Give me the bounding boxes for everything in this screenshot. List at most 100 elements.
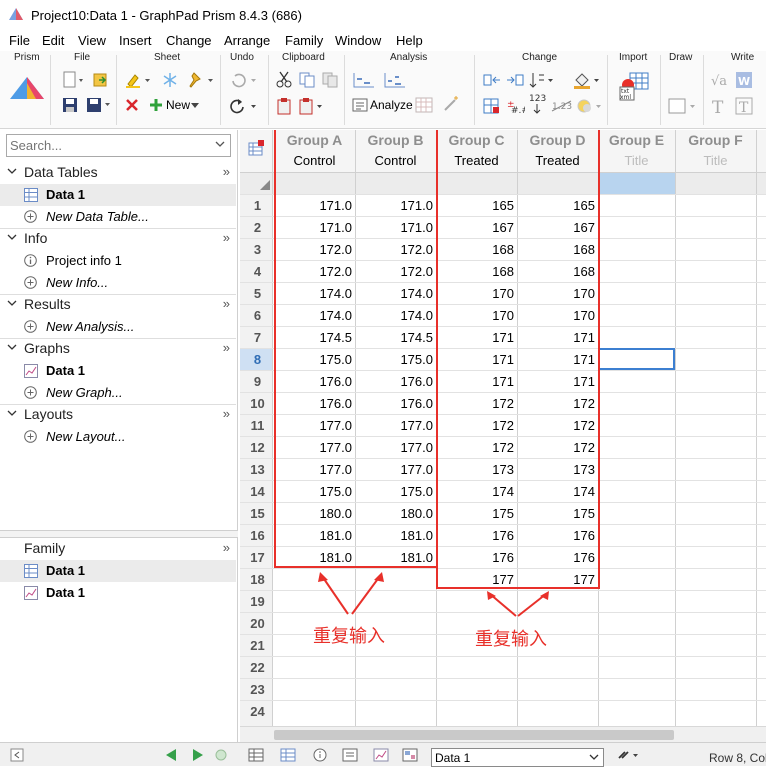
prism-logo-icon[interactable] <box>10 77 44 99</box>
sheet-list-icon[interactable] <box>248 748 264 762</box>
row-number[interactable]: 2 <box>243 220 272 235</box>
next-sheet-icon[interactable] <box>191 748 205 762</box>
horizontal-scrollbar[interactable] <box>240 726 766 742</box>
nav-item-new-graph[interactable]: New Graph... <box>0 382 236 404</box>
decimal-down-icon[interactable]: 1.23 <box>551 97 573 115</box>
results-tab-icon[interactable] <box>342 748 358 762</box>
pin-icon[interactable] <box>186 71 216 89</box>
layout-tab-icon[interactable] <box>402 748 418 762</box>
scrollbar-thumb[interactable] <box>274 730 674 740</box>
nav-section-data-tables[interactable]: Data Tables » <box>0 162 238 184</box>
save-as-icon[interactable] <box>86 97 112 113</box>
decimal-up-icon[interactable]: 123 <box>528 93 548 115</box>
row-number[interactable]: 15 <box>243 506 272 521</box>
search-box[interactable] <box>6 134 231 157</box>
color-scheme-icon[interactable] <box>576 97 604 115</box>
collapse-chevron-icon[interactable] <box>7 344 17 352</box>
nav-section-layouts[interactable]: Layouts » <box>0 404 238 426</box>
nav-item-graph-data-1[interactable]: Data 1 <box>0 360 236 382</box>
column-group-header[interactable]: Group E <box>598 132 675 148</box>
row-number[interactable]: 7 <box>243 330 272 345</box>
word-object-icon[interactable]: W <box>735 71 753 89</box>
nav-section-results[interactable]: Results » <box>0 294 238 316</box>
column-title[interactable]: Title <box>675 153 756 168</box>
graph-tab-icon[interactable] <box>373 748 389 762</box>
new-button[interactable]: New <box>166 98 190 112</box>
table-grid-icon[interactable] <box>415 97 433 113</box>
new-file-icon[interactable] <box>62 71 84 89</box>
text-tool-icon[interactable]: T <box>710 97 728 115</box>
chevron-down-icon[interactable] <box>589 754 599 762</box>
import-file-icon[interactable]: txtxml <box>618 71 652 103</box>
menu-edit[interactable]: Edit <box>42 33 64 48</box>
paste-special-icon[interactable] <box>298 97 326 115</box>
selected-cell[interactable] <box>598 348 675 370</box>
analyze-button[interactable]: Analyze <box>370 98 413 112</box>
nav-item-new-info[interactable]: New Info... <box>0 272 236 294</box>
row-number[interactable]: 16 <box>243 528 272 543</box>
link-icon[interactable] <box>616 748 642 762</box>
row-number[interactable]: 23 <box>243 682 272 697</box>
nav-section-graphs[interactable]: Graphs » <box>0 338 238 360</box>
row-number[interactable]: 8 <box>243 352 272 367</box>
expand-more-icon[interactable]: » <box>223 340 230 355</box>
sheet-select[interactable]: Data 1 <box>431 748 604 767</box>
number-format-icon[interactable]: ±#.# <box>505 97 525 115</box>
row-number[interactable]: 20 <box>243 616 272 631</box>
magnifier-icon[interactable] <box>214 748 230 764</box>
text-box-icon[interactable]: T <box>735 97 753 115</box>
collapse-panel-icon[interactable] <box>10 748 24 762</box>
menu-view[interactable]: View <box>78 33 106 48</box>
open-file-icon[interactable] <box>92 71 110 89</box>
table-format-icon[interactable] <box>248 140 264 156</box>
previous-sheet-icon[interactable] <box>164 748 178 762</box>
menu-change[interactable]: Change <box>166 33 212 48</box>
panel-splitter[interactable] <box>0 530 238 538</box>
nav-item-new-analysis[interactable]: New Analysis... <box>0 316 236 338</box>
collapse-chevron-icon[interactable] <box>7 168 17 176</box>
info-tab-icon[interactable] <box>312 748 328 762</box>
nav-item-data-1[interactable]: Data 1 <box>0 184 236 206</box>
expand-more-icon[interactable]: » <box>223 164 230 179</box>
menu-family[interactable]: Family <box>285 33 323 48</box>
row-number[interactable]: 21 <box>243 638 272 653</box>
copy-icon[interactable] <box>298 71 316 89</box>
new-plus-icon[interactable] <box>148 97 164 113</box>
delete-icon[interactable] <box>124 97 140 113</box>
menu-insert[interactable]: Insert <box>119 33 152 48</box>
row-number[interactable]: 13 <box>243 462 272 477</box>
collapse-chevron-icon[interactable] <box>7 234 17 242</box>
sort-icon[interactable] <box>528 71 556 89</box>
row-number[interactable]: 18 <box>243 572 272 587</box>
nav-item-project-info-1[interactable]: Project info 1 <box>0 250 236 272</box>
expand-more-icon[interactable]: » <box>223 540 230 555</box>
collapse-chevron-icon[interactable] <box>7 410 17 418</box>
copy-format-icon[interactable] <box>321 71 339 89</box>
nav-item-new-layout[interactable]: New Layout... <box>0 426 236 448</box>
cut-icon[interactable] <box>276 71 292 89</box>
column-analysis-icon[interactable] <box>383 71 407 89</box>
expand-more-icon[interactable]: » <box>223 406 230 421</box>
row-number[interactable]: 22 <box>243 660 272 675</box>
menu-help[interactable]: Help <box>396 33 423 48</box>
nav-section-family[interactable]: Family » <box>0 538 238 560</box>
row-number[interactable]: 10 <box>243 396 272 411</box>
menu-arrange[interactable]: Arrange <box>224 33 270 48</box>
chevron-down-icon[interactable] <box>215 139 225 151</box>
draw-shape-icon[interactable] <box>667 97 699 115</box>
row-number[interactable]: 14 <box>243 484 272 499</box>
xy-analysis-icon[interactable] <box>352 71 376 89</box>
row-number[interactable]: 9 <box>243 374 272 389</box>
family-item-graph[interactable]: Data 1 <box>0 582 236 604</box>
row-number[interactable]: 24 <box>243 704 272 719</box>
chevron-down-icon[interactable] <box>191 103 199 109</box>
search-input[interactable] <box>10 135 200 155</box>
magic-wand-icon[interactable] <box>442 95 460 113</box>
equation-icon[interactable]: √a <box>710 71 732 89</box>
row-number[interactable]: 3 <box>243 242 272 257</box>
row-number[interactable]: 19 <box>243 594 272 609</box>
swap-right-icon[interactable] <box>505 71 525 89</box>
column-group-header[interactable]: Group F <box>675 132 756 148</box>
family-item-table[interactable]: Data 1 <box>0 560 236 582</box>
row-number[interactable]: 4 <box>243 264 272 279</box>
